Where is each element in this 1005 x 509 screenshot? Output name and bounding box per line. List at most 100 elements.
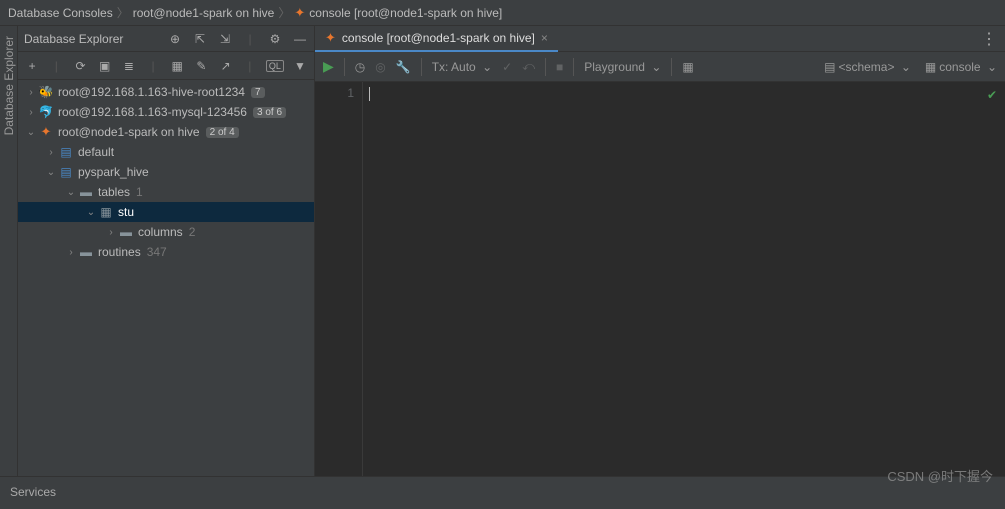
tree-label: columns <box>138 225 183 239</box>
tree-label: pyspark_hive <box>78 165 149 179</box>
divider <box>344 58 345 76</box>
tree-label: stu <box>118 205 134 219</box>
check-icon[interactable]: ✔ <box>987 88 997 102</box>
divider <box>545 58 546 76</box>
hive-icon: 🐝 <box>38 85 54 99</box>
services-panel-tab[interactable]: Services <box>0 476 1005 506</box>
folder-icon: ▬ <box>118 225 134 239</box>
chevron-down-icon: ⌄ <box>84 207 98 218</box>
divider <box>421 58 422 76</box>
tx-mode-dropdown[interactable]: Tx: Auto ⌄ <box>432 60 492 74</box>
breadcrumb-connection[interactable]: root@node1-spark on hive <box>133 6 275 20</box>
refresh-icon[interactable]: ⟳ <box>72 59 88 73</box>
wrench-icon[interactable]: 🔧 <box>396 60 411 74</box>
close-icon[interactable]: × <box>541 31 548 45</box>
target-icon[interactable]: ⊕ <box>167 32 183 46</box>
stack-icon[interactable]: ≣ <box>121 59 137 73</box>
divider: | <box>242 32 258 46</box>
sidebar-title: Database Explorer <box>24 32 123 46</box>
tree-folder-columns[interactable]: › ▬ columns 2 <box>18 222 314 242</box>
divider: | <box>48 59 64 73</box>
folder-icon: ▬ <box>78 185 94 199</box>
schema-dropdown[interactable]: ▤ <schema> ⌄ <box>824 60 911 74</box>
run-button[interactable]: ▶ <box>323 58 334 75</box>
sidebar-toolbar: + | ⟳ ▣ ≣ | ▦ ✎ ↗ | QL ▼ <box>18 52 314 80</box>
more-icon[interactable]: ⋮ <box>981 29 997 49</box>
divider: | <box>242 59 258 73</box>
line-number: 1 <box>323 86 354 100</box>
chevron-down-icon: ⌄ <box>64 187 78 198</box>
tree-label: root@192.168.1.163-mysql-123456 <box>58 105 247 119</box>
rollback-icon[interactable]: ⤺ <box>522 59 535 74</box>
divider <box>671 58 672 76</box>
spark-icon: ✦ <box>294 5 305 21</box>
tree-table-stu[interactable]: ⌄ ▦ stu <box>18 202 314 222</box>
tree-label: root@192.168.1.163-hive-root1234 <box>58 85 245 99</box>
chevron-right-icon: › <box>64 247 78 258</box>
tree-folder-tables[interactable]: ⌄ ▬ tables 1 <box>18 182 314 202</box>
chevron-right-icon: › <box>44 147 58 158</box>
text-cursor <box>369 87 370 101</box>
schema-icon: ▤ <box>58 165 74 179</box>
tool-window-stripe: Database Explorer <box>0 26 18 476</box>
breadcrumb-console-label: console [root@node1-spark on hive] <box>309 6 502 20</box>
chevron-right-icon: › <box>24 87 38 98</box>
commit-icon[interactable]: ✓ <box>502 60 512 74</box>
count-badge: 7 <box>251 87 265 98</box>
count-label: 1 <box>136 185 143 199</box>
spark-icon: ✦ <box>325 30 336 46</box>
tree-label: routines <box>98 245 141 259</box>
schema-icon: ▤ <box>58 145 74 159</box>
folder-icon: ▬ <box>78 245 94 259</box>
expand-icon[interactable]: ⇲ <box>217 32 233 46</box>
tree-schema[interactable]: ⌄ ▤ pyspark_hive <box>18 162 314 182</box>
tree-datasource[interactable]: › 🐬 root@192.168.1.163-mysql-123456 3 of… <box>18 102 314 122</box>
stop-icon[interactable]: ▣ <box>97 59 113 73</box>
table-icon: ▦ <box>98 205 114 219</box>
database-explorer-vtab[interactable]: Database Explorer <box>2 32 16 139</box>
history-icon[interactable]: ◷ <box>355 60 365 74</box>
minimize-icon[interactable]: — <box>292 32 308 46</box>
tree-label: root@node1-spark on hive <box>58 125 200 139</box>
collapse-icon[interactable]: ⇱ <box>192 32 208 46</box>
grid-icon[interactable]: ▦ <box>169 59 185 73</box>
database-explorer-panel: Database Explorer ⊕ ⇱ ⇲ | ⚙ — + | ⟳ ▣ ≣ … <box>18 26 315 476</box>
explain-icon[interactable]: ◎ <box>375 60 385 74</box>
count-badge: 2 of 4 <box>206 127 239 138</box>
playground-dropdown[interactable]: Playground ⌄ <box>584 60 661 74</box>
database-tree[interactable]: › 🐝 root@192.168.1.163-hive-root1234 7 ›… <box>18 80 314 476</box>
console-toolbar: ▶ ◷ ◎ 🔧 Tx: Auto ⌄ ✓ ⤺ ■ Playground ⌄ ▦ … <box>315 52 1005 82</box>
tree-datasource[interactable]: ⌄ ✦ root@node1-spark on hive 2 of 4 <box>18 122 314 142</box>
code-editor[interactable]: 1 ✔ <box>315 82 1005 476</box>
breadcrumb-root[interactable]: Database Consoles <box>8 6 113 20</box>
view-icon[interactable]: ▦ <box>682 60 693 74</box>
ql-icon[interactable]: QL <box>266 60 284 72</box>
breadcrumb: Database Consoles 〉 root@node1-spark on … <box>0 0 1005 26</box>
divider <box>573 58 574 76</box>
tab-label: console [root@node1-spark on hive] <box>342 31 535 45</box>
tree-folder-routines[interactable]: › ▬ routines 347 <box>18 242 314 262</box>
filter-icon[interactable]: ▼ <box>292 59 308 73</box>
tree-label: default <box>78 145 114 159</box>
chevron-down-icon: ⌄ <box>44 167 58 178</box>
stop-icon[interactable]: ■ <box>556 60 563 74</box>
jump-icon[interactable]: ↗ <box>218 59 234 73</box>
sidebar-header: Database Explorer ⊕ ⇱ ⇲ | ⚙ — <box>18 26 314 52</box>
chevron-down-icon: ⌄ <box>24 127 38 138</box>
gear-icon[interactable]: ⚙ <box>267 32 283 46</box>
code-content[interactable] <box>363 82 1005 476</box>
divider: | <box>145 59 161 73</box>
count-label: 347 <box>147 245 167 259</box>
tree-schema[interactable]: › ▤ default <box>18 142 314 162</box>
pencil-icon[interactable]: ✎ <box>193 59 209 73</box>
chevron-right-icon: 〉 <box>278 4 290 21</box>
console-dropdown[interactable]: ▦ console ⌄ <box>925 60 997 74</box>
gutter: 1 <box>315 82 363 476</box>
tree-datasource[interactable]: › 🐝 root@192.168.1.163-hive-root1234 7 <box>18 82 314 102</box>
add-icon[interactable]: + <box>24 59 40 73</box>
spark-icon: ✦ <box>38 124 54 140</box>
editor-tab-console[interactable]: ✦ console [root@node1-spark on hive] × <box>315 26 558 52</box>
chevron-right-icon: 〉 <box>117 4 129 21</box>
breadcrumb-console[interactable]: ✦ console [root@node1-spark on hive] <box>294 5 502 21</box>
tree-label: tables <box>98 185 130 199</box>
